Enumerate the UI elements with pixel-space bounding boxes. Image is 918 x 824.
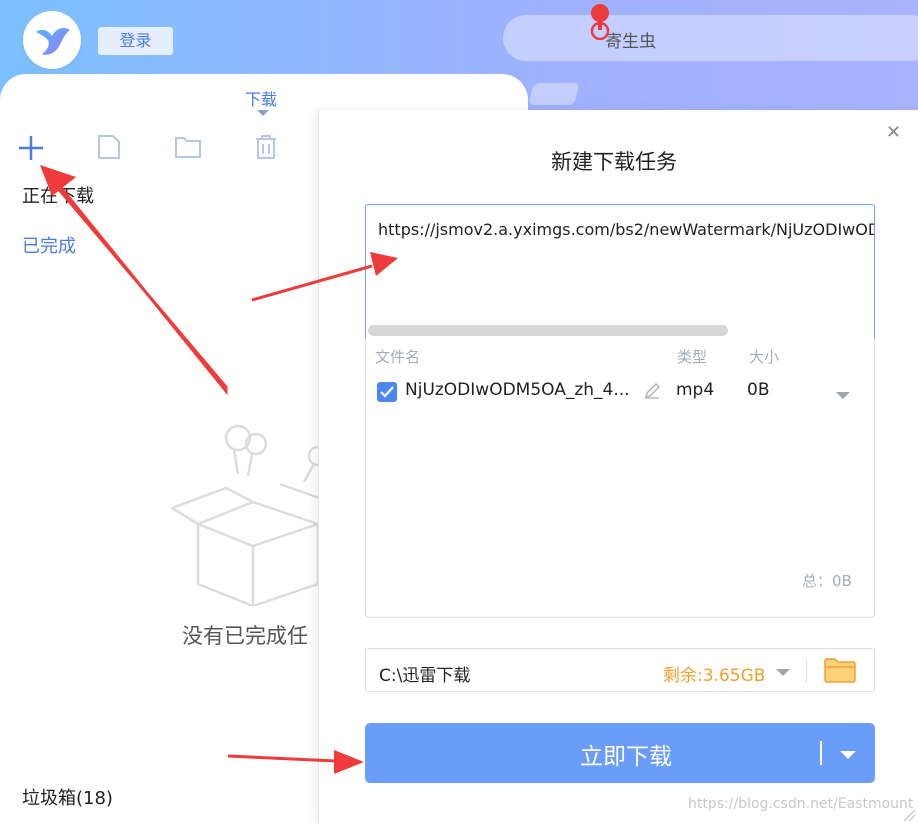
sidebar-item-completed[interactable]: 已完成 (22, 232, 76, 258)
column-header-size: 大小 (749, 348, 780, 366)
title-bar: 登录 ‹ › 寄生虫 (0, 0, 918, 134)
resize-grip-icon[interactable] (900, 806, 916, 822)
save-path-field[interactable]: C:\迅雷下载 剩余:3.65GB (365, 648, 875, 692)
path-dropdown-icon[interactable] (776, 669, 790, 676)
download-options-icon[interactable] (840, 751, 856, 759)
tab-download-label[interactable]: 下载 (245, 86, 277, 110)
new-download-dialog: ✕ 新建下载任务 https://jsmov2.a.yximgs.com/bs2… (318, 110, 918, 824)
watermark: https://blog.csdn.net/Eastmount (688, 796, 914, 812)
pencil-icon[interactable] (643, 382, 661, 400)
url-text[interactable]: https://jsmov2.a.yximgs.com/bs2/newWater… (378, 220, 874, 239)
horizontal-scrollbar[interactable] (368, 325, 728, 336)
bird-logo-icon (36, 28, 70, 55)
login-button[interactable]: 登录 (98, 27, 173, 55)
empty-message: 没有已完成任 (182, 624, 308, 648)
sidebar-item-trash[interactable]: 垃圾箱(18) (22, 784, 113, 810)
file-icon[interactable] (96, 134, 122, 160)
checkmark-icon (380, 386, 394, 398)
inactive-tab[interactable] (528, 83, 580, 105)
dialog-title: 新建下载任务 (551, 150, 677, 174)
chevron-down-icon[interactable] (836, 392, 850, 399)
plus-icon[interactable] (17, 134, 45, 162)
file-size: 0B (747, 380, 770, 400)
search-bar[interactable]: ‹ › 寄生虫 (503, 15, 918, 61)
column-header-name: 文件名 (375, 348, 421, 366)
open-folder-icon[interactable] (824, 657, 856, 683)
location-pin-icon (590, 4, 610, 41)
file-checkbox[interactable] (377, 382, 397, 402)
download-now-label[interactable]: 立即下载 (580, 737, 672, 771)
close-icon[interactable]: ✕ (886, 124, 901, 142)
app-logo (23, 11, 81, 69)
file-name[interactable]: NjUzODIwODM5OA_zh_4... (405, 380, 630, 400)
folder-icon[interactable] (174, 134, 202, 160)
total-size: 总：0B (802, 572, 852, 590)
save-path[interactable]: C:\迅雷下载 (379, 661, 470, 686)
free-space: 剩余:3.65GB (663, 666, 766, 686)
download-now-button[interactable]: 立即下载 (365, 723, 875, 783)
empty-box-icon (170, 424, 338, 606)
url-input[interactable]: https://jsmov2.a.yximgs.com/bs2/newWater… (365, 204, 875, 340)
back-arrow-icon[interactable]: ‹ (519, 27, 527, 47)
tab-indicator (257, 110, 269, 116)
forward-arrow-icon[interactable]: › (563, 27, 571, 47)
divider (806, 659, 807, 683)
trash-icon[interactable] (253, 134, 279, 160)
file-list: 文件名 类型 大小 NjUzODIwODM5OA_zh_4... mp4 0B … (365, 338, 875, 618)
file-type: mp4 (676, 380, 715, 400)
sidebar-item-downloading[interactable]: 正在下载 (22, 182, 94, 208)
button-divider (820, 741, 822, 765)
column-header-type: 类型 (677, 348, 708, 366)
